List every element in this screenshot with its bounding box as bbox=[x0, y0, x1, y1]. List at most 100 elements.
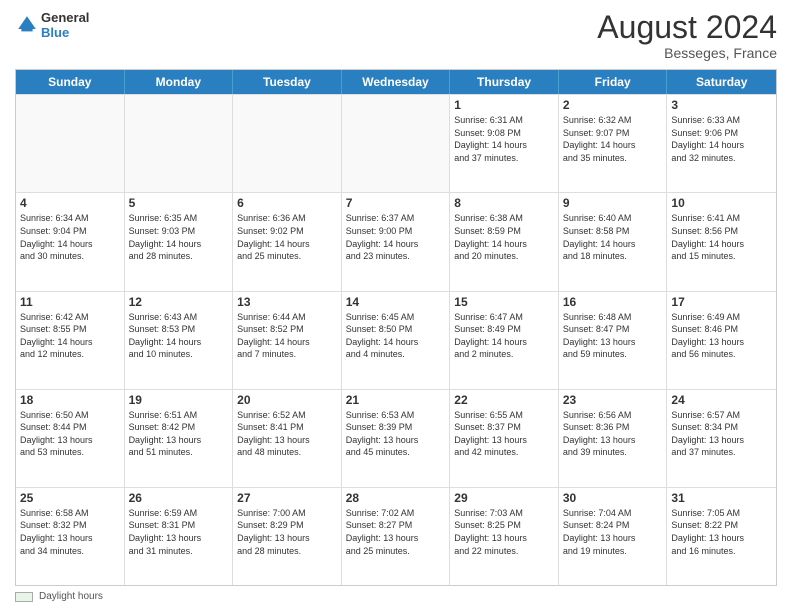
day-info: Sunrise: 6:33 AM Sunset: 9:06 PM Dayligh… bbox=[671, 114, 772, 164]
day-info: Sunrise: 6:42 AM Sunset: 8:55 PM Dayligh… bbox=[20, 311, 120, 361]
week-4: 18Sunrise: 6:50 AM Sunset: 8:44 PM Dayli… bbox=[16, 389, 776, 487]
day-11: 11Sunrise: 6:42 AM Sunset: 8:55 PM Dayli… bbox=[16, 292, 125, 389]
day-26: 26 Sunrise: 6:59 AM Sunset: 8:31 PM Dayli… bbox=[125, 488, 234, 585]
day-info: Sunrise: 6:58 AM Sunset: 8:32 PM Dayligh… bbox=[20, 507, 120, 557]
day-25: 25 Sunrise: 6:58 AM Sunset: 8:32 PM Dayli… bbox=[16, 488, 125, 585]
page-title: August 2024 bbox=[597, 10, 777, 45]
day-info: Sunrise: 6:34 AM Sunset: 9:04 PM Dayligh… bbox=[20, 212, 120, 262]
day-7: 7Sunrise: 6:37 AM Sunset: 9:00 PM Daylig… bbox=[342, 193, 451, 290]
header-day-wednesday: Wednesday bbox=[342, 70, 451, 94]
day-number: 10 bbox=[671, 196, 772, 210]
day-info: Sunrise: 7:03 AM Sunset: 8:25 PM Dayligh… bbox=[454, 507, 554, 557]
day-10: 10Sunrise: 6:41 AM Sunset: 8:56 PM Dayli… bbox=[667, 193, 776, 290]
day-5: 5 Sunrise: 6:35 AM Sunset: 9:03 PM Daylig… bbox=[125, 193, 234, 290]
day-15: 15 Sunrise: 6:47 AM Sunset: 8:49 PM Dayli… bbox=[450, 292, 559, 389]
logo: General Blue bbox=[15, 10, 89, 40]
day-info: Sunrise: 7:04 AM Sunset: 8:24 PM Dayligh… bbox=[563, 507, 663, 557]
day-info: Sunrise: 6:53 AM Sunset: 8:39 PM Dayligh… bbox=[346, 409, 446, 459]
day-number: 23 bbox=[563, 393, 663, 407]
day-16: 16 Sunrise: 6:48 AM Sunset: 8:47 PM Dayli… bbox=[559, 292, 668, 389]
logo-icon bbox=[15, 13, 39, 37]
day-number: 17 bbox=[671, 295, 772, 309]
day-number: 25 bbox=[20, 491, 120, 505]
week-3: 11Sunrise: 6:42 AM Sunset: 8:55 PM Dayli… bbox=[16, 291, 776, 389]
day-info: Sunrise: 6:38 AM Sunset: 8:59 PM Dayligh… bbox=[454, 212, 554, 262]
day-12: 12Sunrise: 6:43 AM Sunset: 8:53 PM Dayli… bbox=[125, 292, 234, 389]
day-info: Sunrise: 6:40 AM Sunset: 8:58 PM Dayligh… bbox=[563, 212, 663, 262]
day-number: 31 bbox=[671, 491, 772, 505]
day-1: 1 Sunrise: 6:31 AM Sunset: 9:08 PM Daylig… bbox=[450, 95, 559, 192]
day-info: Sunrise: 6:56 AM Sunset: 8:36 PM Dayligh… bbox=[563, 409, 663, 459]
day-info: Sunrise: 6:32 AM Sunset: 9:07 PM Dayligh… bbox=[563, 114, 663, 164]
day-info: Sunrise: 6:51 AM Sunset: 8:42 PM Dayligh… bbox=[129, 409, 229, 459]
empty-cell bbox=[233, 95, 342, 192]
calendar-header: SundayMondayTuesdayWednesdayThursdayFrid… bbox=[16, 70, 776, 94]
day-number: 24 bbox=[671, 393, 772, 407]
day-30: 30 Sunrise: 7:04 AM Sunset: 8:24 PM Dayli… bbox=[559, 488, 668, 585]
week-1: 1 Sunrise: 6:31 AM Sunset: 9:08 PM Daylig… bbox=[16, 94, 776, 192]
day-number: 13 bbox=[237, 295, 337, 309]
day-number: 19 bbox=[129, 393, 229, 407]
day-info: Sunrise: 6:52 AM Sunset: 8:41 PM Dayligh… bbox=[237, 409, 337, 459]
day-27: 27 Sunrise: 7:00 AM Sunset: 8:29 PM Dayli… bbox=[233, 488, 342, 585]
day-17: 17 Sunrise: 6:49 AM Sunset: 8:46 PM Dayli… bbox=[667, 292, 776, 389]
day-number: 28 bbox=[346, 491, 446, 505]
day-31: 31 Sunrise: 7:05 AM Sunset: 8:22 PM Dayli… bbox=[667, 488, 776, 585]
day-info: Sunrise: 6:50 AM Sunset: 8:44 PM Dayligh… bbox=[20, 409, 120, 459]
day-22: 22Sunrise: 6:55 AM Sunset: 8:37 PM Dayli… bbox=[450, 390, 559, 487]
empty-cell bbox=[342, 95, 451, 192]
day-number: 27 bbox=[237, 491, 337, 505]
day-info: Sunrise: 7:02 AM Sunset: 8:27 PM Dayligh… bbox=[346, 507, 446, 557]
day-number: 29 bbox=[454, 491, 554, 505]
day-number: 7 bbox=[346, 196, 446, 210]
brand-line2: Blue bbox=[41, 25, 89, 40]
day-4: 4Sunrise: 6:34 AM Sunset: 9:04 PM Daylig… bbox=[16, 193, 125, 290]
day-number: 8 bbox=[454, 196, 554, 210]
day-number: 16 bbox=[563, 295, 663, 309]
day-info: Sunrise: 6:47 AM Sunset: 8:49 PM Dayligh… bbox=[454, 311, 554, 361]
day-number: 30 bbox=[563, 491, 663, 505]
day-number: 1 bbox=[454, 98, 554, 112]
footer: Daylight hours bbox=[15, 591, 777, 602]
day-18: 18Sunrise: 6:50 AM Sunset: 8:44 PM Dayli… bbox=[16, 390, 125, 487]
page: General Blue August 2024 Besseges, Franc… bbox=[0, 0, 792, 612]
header: General Blue August 2024 Besseges, Franc… bbox=[15, 10, 777, 61]
footer-label: Daylight hours bbox=[39, 591, 103, 602]
header-day-friday: Friday bbox=[559, 70, 668, 94]
day-number: 2 bbox=[563, 98, 663, 112]
day-number: 21 bbox=[346, 393, 446, 407]
calendar: SundayMondayTuesdayWednesdayThursdayFrid… bbox=[15, 69, 777, 586]
calendar-body: 1 Sunrise: 6:31 AM Sunset: 9:08 PM Daylig… bbox=[16, 94, 776, 585]
header-day-sunday: Sunday bbox=[16, 70, 125, 94]
header-day-thursday: Thursday bbox=[450, 70, 559, 94]
day-info: Sunrise: 6:59 AM Sunset: 8:31 PM Dayligh… bbox=[129, 507, 229, 557]
day-13: 13Sunrise: 6:44 AM Sunset: 8:52 PM Dayli… bbox=[233, 292, 342, 389]
day-info: Sunrise: 7:05 AM Sunset: 8:22 PM Dayligh… bbox=[671, 507, 772, 557]
day-28: 28 Sunrise: 7:02 AM Sunset: 8:27 PM Dayli… bbox=[342, 488, 451, 585]
day-21: 21 Sunrise: 6:53 AM Sunset: 8:39 PM Dayli… bbox=[342, 390, 451, 487]
day-info: Sunrise: 6:49 AM Sunset: 8:46 PM Dayligh… bbox=[671, 311, 772, 361]
day-number: 6 bbox=[237, 196, 337, 210]
header-day-monday: Monday bbox=[125, 70, 234, 94]
title-block: August 2024 Besseges, France bbox=[597, 10, 777, 61]
day-info: Sunrise: 6:48 AM Sunset: 8:47 PM Dayligh… bbox=[563, 311, 663, 361]
day-6: 6Sunrise: 6:36 AM Sunset: 9:02 PM Daylig… bbox=[233, 193, 342, 290]
day-info: Sunrise: 6:45 AM Sunset: 8:50 PM Dayligh… bbox=[346, 311, 446, 361]
day-number: 20 bbox=[237, 393, 337, 407]
week-2: 4Sunrise: 6:34 AM Sunset: 9:04 PM Daylig… bbox=[16, 192, 776, 290]
brand-line1: General bbox=[41, 10, 89, 25]
day-3: 3 Sunrise: 6:33 AM Sunset: 9:06 PM Daylig… bbox=[667, 95, 776, 192]
day-number: 3 bbox=[671, 98, 772, 112]
day-info: Sunrise: 7:00 AM Sunset: 8:29 PM Dayligh… bbox=[237, 507, 337, 557]
day-number: 5 bbox=[129, 196, 229, 210]
day-info: Sunrise: 6:57 AM Sunset: 8:34 PM Dayligh… bbox=[671, 409, 772, 459]
empty-cell bbox=[125, 95, 234, 192]
day-info: Sunrise: 6:31 AM Sunset: 9:08 PM Dayligh… bbox=[454, 114, 554, 164]
day-info: Sunrise: 6:55 AM Sunset: 8:37 PM Dayligh… bbox=[454, 409, 554, 459]
day-number: 26 bbox=[129, 491, 229, 505]
day-14: 14Sunrise: 6:45 AM Sunset: 8:50 PM Dayli… bbox=[342, 292, 451, 389]
day-number: 15 bbox=[454, 295, 554, 309]
day-9: 9Sunrise: 6:40 AM Sunset: 8:58 PM Daylig… bbox=[559, 193, 668, 290]
day-info: Sunrise: 6:35 AM Sunset: 9:03 PM Dayligh… bbox=[129, 212, 229, 262]
header-day-tuesday: Tuesday bbox=[233, 70, 342, 94]
